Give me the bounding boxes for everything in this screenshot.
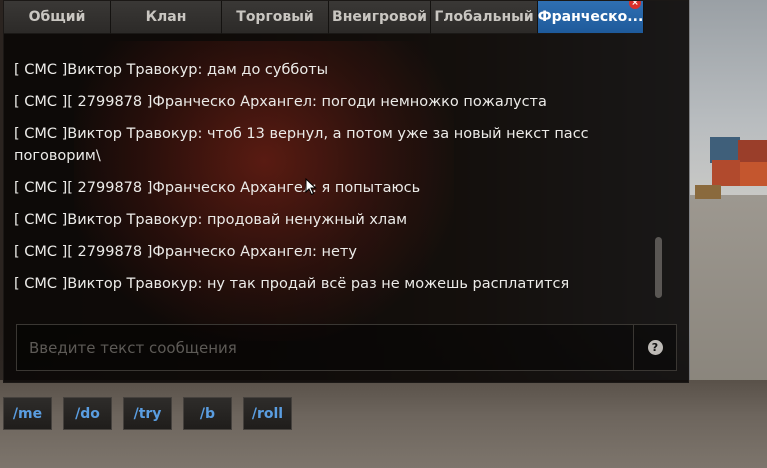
chat-tabs: Общий Клан Торговый Внеигровой Глобальны… <box>4 1 690 34</box>
close-icon[interactable]: × <box>629 1 641 9</box>
tab-private-francesco[interactable]: Франческо... × <box>538 1 644 34</box>
tab-general[interactable]: Общий <box>4 1 111 34</box>
cmd-try-button[interactable]: /try <box>123 397 172 430</box>
cmd-do-button[interactable]: /do <box>63 397 112 430</box>
chat-message: [ СМС ]Виктор Травокур: продовай ненужны… <box>14 212 408 228</box>
question-icon: ? <box>647 340 663 355</box>
container-crate <box>712 160 740 186</box>
tab-label: Торговый <box>236 9 314 25</box>
tab-label: Франческо... <box>538 9 644 25</box>
tab-trade[interactable]: Торговый <box>222 1 329 34</box>
game-road <box>690 195 767 385</box>
message-input-box: ? <box>16 324 677 371</box>
message-list: [ СМС ]Виктор Травокур: дам до субботы [… <box>14 39 644 321</box>
tab-label: Клан <box>145 9 187 25</box>
chat-message: [ СМС ]Виктор Травокур: ну так продай вс… <box>14 276 570 292</box>
tab-label: Глобальный <box>434 9 534 25</box>
chat-message: [ СМС ][ 2799878 ]Франческо Архангел: не… <box>14 244 357 260</box>
container-crate <box>738 140 767 164</box>
command-bar: /me /do /try /b /roll <box>3 397 303 430</box>
message-input[interactable] <box>17 325 635 370</box>
cmd-b-button[interactable]: /b <box>183 397 232 430</box>
tab-offgame[interactable]: Внеигровой <box>329 1 431 34</box>
chat-window: Общий Клан Торговый Внеигровой Глобальны… <box>3 0 689 383</box>
chat-message: [ СМС ]Виктор Травокур: дам до субботы <box>14 62 329 78</box>
chat-message: [ СМС ][ 2799878 ]Франческо Архангел: по… <box>14 94 547 110</box>
cmd-me-button[interactable]: /me <box>3 397 52 430</box>
tab-label: Внеигровой <box>332 9 427 25</box>
tab-label: Общий <box>28 9 86 25</box>
tab-global[interactable]: Глобальный <box>431 1 538 34</box>
chat-message: [ СМС ][ 2799878 ]Франческо Архангел: я … <box>14 180 421 196</box>
mouse-cursor-icon <box>305 178 317 196</box>
help-button[interactable]: ? <box>633 325 676 370</box>
container-crate <box>695 185 721 199</box>
tab-clan[interactable]: Клан <box>111 1 222 34</box>
scrollbar-thumb[interactable] <box>655 237 662 298</box>
chat-message: [ СМС ]Виктор Травокур: чтоб 13 вернул, … <box>14 126 589 164</box>
cmd-roll-button[interactable]: /roll <box>243 397 292 430</box>
message-partial <box>14 39 644 49</box>
container-crate <box>740 162 767 186</box>
